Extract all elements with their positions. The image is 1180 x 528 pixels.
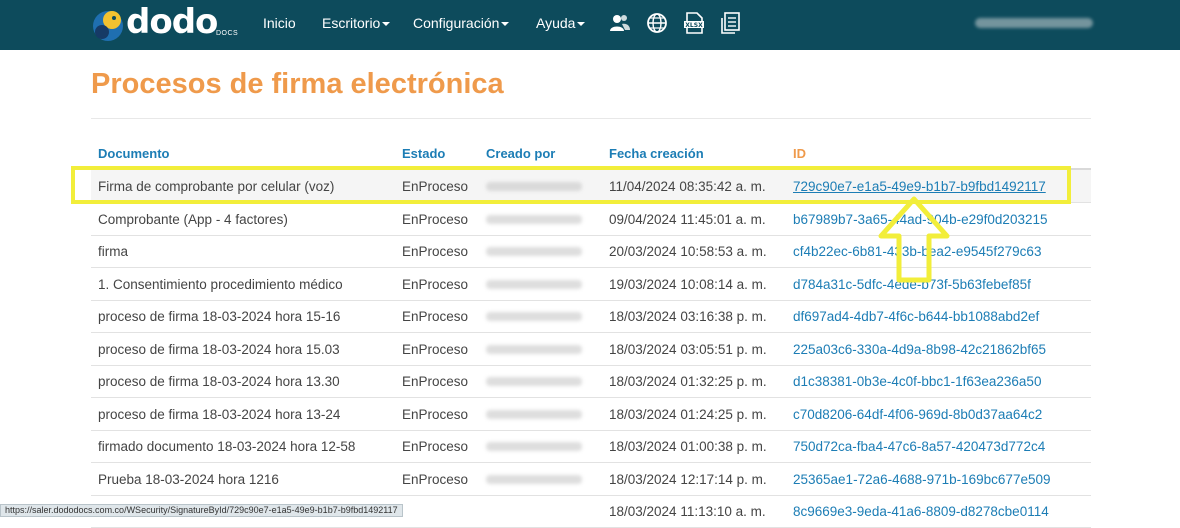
cell-documento: proceso de firma 18-03-2024 hora 15-16 bbox=[98, 309, 341, 324]
cell-creado-por-redacted bbox=[486, 247, 582, 256]
globe-icon[interactable] bbox=[646, 12, 668, 34]
cell-fecha: 18/03/2024 01:24:25 p. m. bbox=[609, 407, 767, 422]
col-header-documento[interactable]: Documento bbox=[98, 146, 170, 161]
cell-creado-por-redacted bbox=[486, 215, 582, 224]
cell-estado: EnProceso bbox=[402, 342, 469, 357]
cell-creado-por-redacted bbox=[486, 410, 582, 419]
xlsx-icon[interactable]: XLSX bbox=[683, 12, 705, 34]
nav-inicio-label: Inicio bbox=[263, 15, 296, 31]
cell-creado-por-redacted bbox=[486, 312, 582, 321]
cell-fecha: 18/03/2024 12:17:14 p. m. bbox=[609, 472, 767, 487]
cell-creado-por-redacted bbox=[486, 280, 582, 289]
cell-estado: EnProceso bbox=[402, 407, 469, 422]
cell-id-link[interactable]: df697ad4-4db7-4f6c-b644-bb1088abd2ef bbox=[793, 309, 1039, 324]
cell-fecha: 18/03/2024 03:05:51 p. m. bbox=[609, 342, 767, 357]
users-icon[interactable] bbox=[609, 12, 631, 34]
cell-id-link[interactable]: c70d8206-64df-4f06-969d-8b0d37aa64c2 bbox=[793, 407, 1042, 422]
table-row: proceso de firma 18-03-2024 hora 13.30 E… bbox=[91, 365, 1091, 398]
cell-creado-por-redacted bbox=[486, 475, 582, 484]
cell-documento: firma bbox=[98, 244, 128, 259]
table-row: proceso de firma 18-03-2024 hora 13-24 E… bbox=[91, 398, 1091, 431]
chevron-down-icon bbox=[382, 22, 391, 27]
nav-configuracion[interactable]: Configuración bbox=[413, 15, 510, 31]
nav-escritorio-label: Escritorio bbox=[322, 15, 381, 31]
nav-inicio[interactable]: Inicio bbox=[263, 15, 296, 31]
document-list-icon[interactable] bbox=[720, 12, 742, 34]
col-header-id[interactable]: ID bbox=[793, 146, 806, 161]
status-bar-url: https://saler.dododocs.com.co/WSecurity/… bbox=[0, 504, 403, 517]
cell-fecha: 18/03/2024 03:16:38 p. m. bbox=[609, 309, 767, 324]
cell-estado: EnProceso bbox=[402, 212, 469, 227]
cell-fecha: 18/03/2024 11:13:10 a. m. bbox=[609, 504, 766, 519]
cell-id-link[interactable]: 25365ae1-72a6-4688-971b-169bc677e509 bbox=[793, 472, 1050, 487]
cell-documento: 1. Consentimiento procedimiento médico bbox=[98, 277, 343, 292]
nav-ayuda[interactable]: Ayuda bbox=[536, 15, 586, 31]
cell-id-link[interactable]: d1c38381-0b3e-4c0f-bbc1-1f63ea236a50 bbox=[793, 374, 1041, 389]
cell-estado: EnProceso bbox=[402, 309, 469, 324]
cell-creado-por-redacted bbox=[486, 345, 582, 354]
cell-id-link[interactable]: 8c9669e3-9eda-41a6-8809-d8278cbe0114 bbox=[793, 504, 1049, 519]
cell-estado: EnProceso bbox=[402, 472, 469, 487]
cell-documento: firmado documento 18-03-2024 hora 12-58 bbox=[98, 439, 356, 454]
cell-documento: Prueba 18-03-2024 hora 1216 bbox=[98, 472, 279, 487]
user-menu-redacted[interactable] bbox=[975, 18, 1093, 28]
cell-fecha: 19/03/2024 10:08:14 a. m. bbox=[609, 277, 767, 292]
chevron-down-icon bbox=[577, 22, 586, 27]
cell-estado: EnProceso bbox=[402, 439, 469, 454]
divider bbox=[91, 118, 1091, 119]
page-title: Procesos de firma electrónica bbox=[91, 68, 504, 100]
cell-fecha: 18/03/2024 01:32:25 p. m. bbox=[609, 374, 767, 389]
top-navbar: dodo DOCS Inicio Escritorio Configuració… bbox=[0, 0, 1180, 50]
chevron-down-icon bbox=[501, 22, 510, 27]
cell-fecha: 09/04/2024 11:45:01 a. m. bbox=[609, 212, 766, 227]
nav-configuracion-label: Configuración bbox=[413, 15, 500, 31]
cell-id-link[interactable]: 225a03c6-330a-4d9a-8b98-42c21862bf65 bbox=[793, 342, 1046, 357]
table-row: proceso de firma 18-03-2024 hora 15.03 E… bbox=[91, 333, 1091, 366]
cell-estado: EnProceso bbox=[402, 244, 469, 259]
cell-fecha: 20/03/2024 10:58:53 a. m. bbox=[609, 244, 767, 259]
cell-creado-por-redacted bbox=[486, 442, 582, 451]
arrow-up-icon bbox=[878, 196, 950, 283]
table-row: firmado documento 18-03-2024 hora 12-58 … bbox=[91, 430, 1091, 463]
col-header-estado[interactable]: Estado bbox=[402, 146, 445, 161]
cell-estado: EnProceso bbox=[402, 374, 469, 389]
cell-id-link[interactable]: 750d72ca-fba4-47c6-8a57-420473d772c4 bbox=[793, 439, 1045, 454]
table-row: proceso de firma 18-03-2024 hora 15-16 E… bbox=[91, 300, 1091, 333]
nav-ayuda-label: Ayuda bbox=[536, 15, 576, 31]
logo-text: dodo bbox=[126, 2, 218, 42]
col-header-creado-por[interactable]: Creado por bbox=[486, 146, 555, 161]
cell-documento: proceso de firma 18-03-2024 hora 13.30 bbox=[98, 374, 340, 389]
col-header-fecha[interactable]: Fecha creación bbox=[609, 146, 704, 161]
cell-documento: Comprobante (App - 4 factores) bbox=[98, 212, 288, 227]
cell-documento: proceso de firma 18-03-2024 hora 13-24 bbox=[98, 407, 341, 422]
cell-estado: EnProceso bbox=[402, 277, 469, 292]
cell-creado-por-redacted bbox=[486, 377, 582, 386]
cell-fecha: 18/03/2024 01:00:38 p. m. bbox=[609, 439, 767, 454]
cell-documento: proceso de firma 18-03-2024 hora 15.03 bbox=[98, 342, 340, 357]
logo-subtext: DOCS bbox=[216, 30, 239, 37]
dodo-bird-icon bbox=[93, 11, 123, 41]
table-row: Prueba 18-03-2024 hora 1216 EnProceso 18… bbox=[91, 463, 1091, 496]
nav-escritorio[interactable]: Escritorio bbox=[322, 15, 391, 31]
svg-text:XLSX: XLSX bbox=[685, 22, 703, 29]
